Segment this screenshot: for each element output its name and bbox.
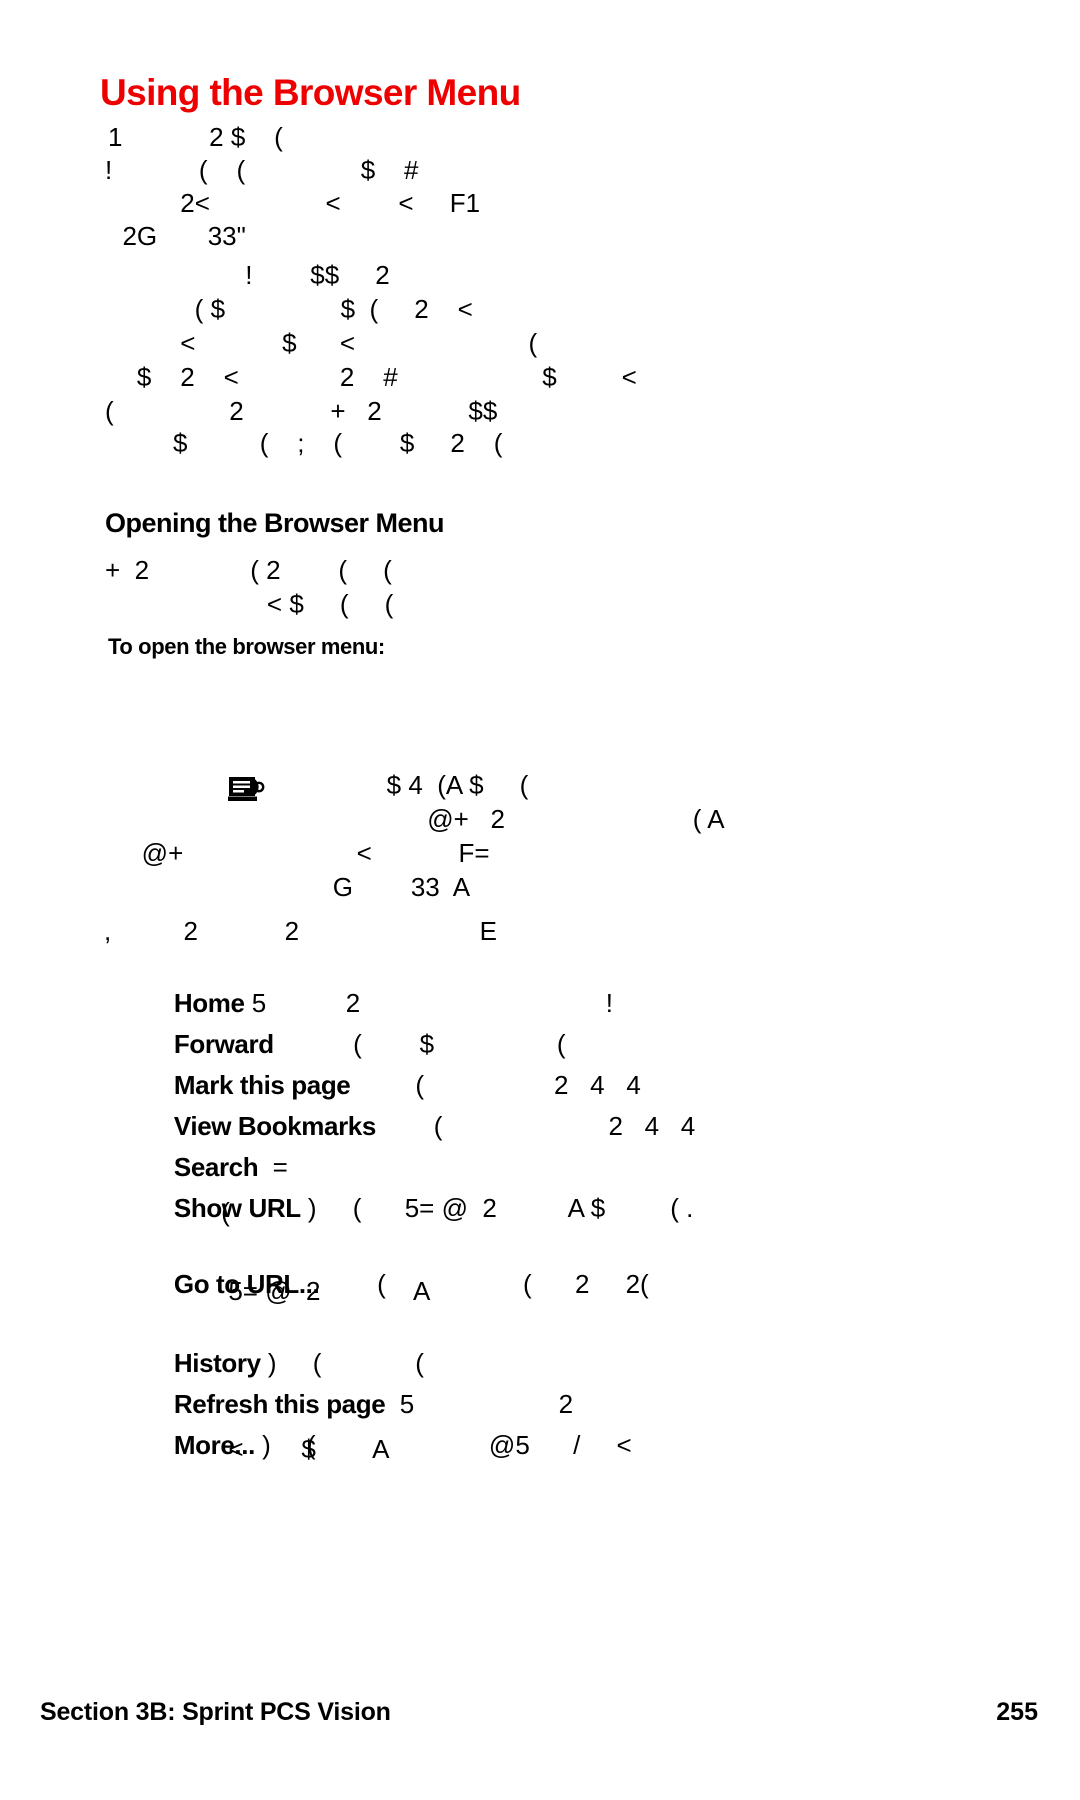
intro-line-3: 2< < < F1 — [108, 188, 481, 218]
menu-list-intro: , 2 2 E — [104, 916, 497, 946]
procedure-heading: To open the browser menu: — [108, 634, 385, 659]
section-line-2: < $ ( ( — [108, 589, 394, 619]
procedure-line-3: @+ < F= — [120, 838, 490, 868]
body-line-3: < $ < ( — [108, 328, 538, 358]
footer-section-label: Section 3B: Sprint PCS Vision — [40, 1698, 391, 1726]
document-page: Using the Browser Menu 1 2 $ ( ! ( ( $ #… — [0, 0, 1080, 1800]
intro-line-2: ! ( ( $ # — [105, 155, 419, 185]
footer-page-number: 255 — [996, 1698, 1038, 1726]
body-line-5: ( 2 + 2 $$ — [105, 396, 498, 426]
procedure-line-1: $ 4 (A $ ( — [300, 770, 529, 800]
body-line-6: $ ( ; ( $ 2 ( — [108, 428, 503, 458]
body-line-4: $ 2 < 2 # $ < — [108, 362, 637, 392]
menu-item-show-url-continuation: ( — [185, 1197, 230, 1227]
body-line-2: ( $ $ ( 2 < — [108, 294, 473, 324]
page-title: Using the Browser Menu — [100, 72, 521, 113]
procedure-line-2: @+ 2 ( A — [290, 804, 725, 834]
menu-item-go-to-url-continuation: 5= @ 2 A — [185, 1276, 431, 1306]
menu-item-description: ) ( 5= @ 2 A $ ( . — [300, 1193, 694, 1223]
body-line-1: ! $$ 2 — [108, 260, 390, 290]
section-line-1: + 2 ( 2 ( ( — [105, 555, 392, 585]
phone-device-icon — [228, 776, 268, 802]
intro-line-4: 2G 33" — [108, 221, 246, 251]
procedure-line-4: G 33 A — [210, 872, 471, 902]
menu-item-more-continuation: < $ A — [185, 1434, 390, 1464]
menu-item-description: ( 2 4 4 — [375, 1111, 696, 1141]
section-heading-opening-browser-menu: Opening the Browser Menu — [105, 508, 445, 538]
intro-line-1: 1 2 $ ( — [108, 122, 283, 152]
